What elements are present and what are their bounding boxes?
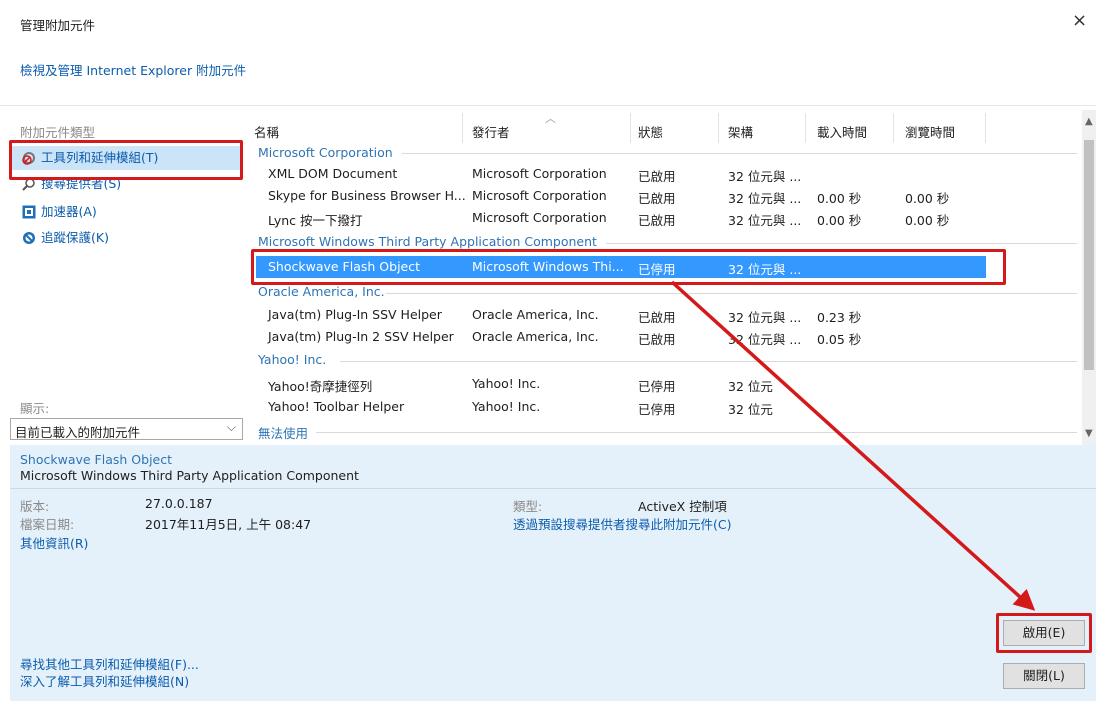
annotation-arrow [670,280,1036,611]
